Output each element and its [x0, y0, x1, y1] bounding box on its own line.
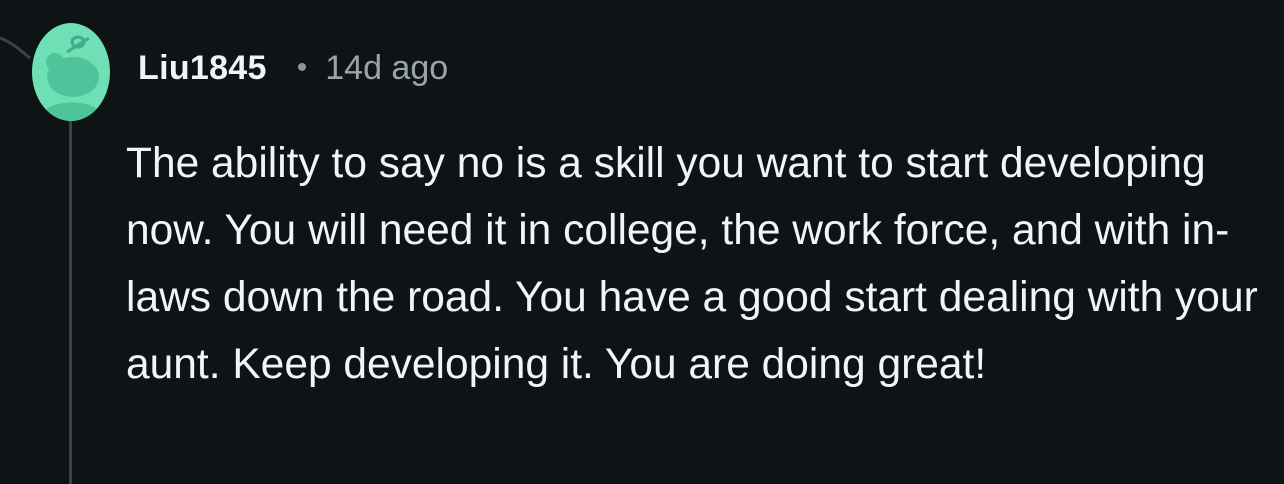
thread-line[interactable] [69, 118, 72, 484]
comment-meta: Liu1845 • 14d ago [138, 46, 448, 90]
author-link[interactable]: Liu1845 [138, 49, 267, 88]
avatar[interactable] [31, 22, 111, 122]
comment-body: The ability to say no is a skill you wan… [126, 140, 1258, 388]
meta-separator: • [296, 51, 308, 84]
comment: Liu1845 • 14d ago The ability to say no … [0, 0, 1284, 484]
timestamp[interactable]: 14d ago [325, 49, 448, 88]
